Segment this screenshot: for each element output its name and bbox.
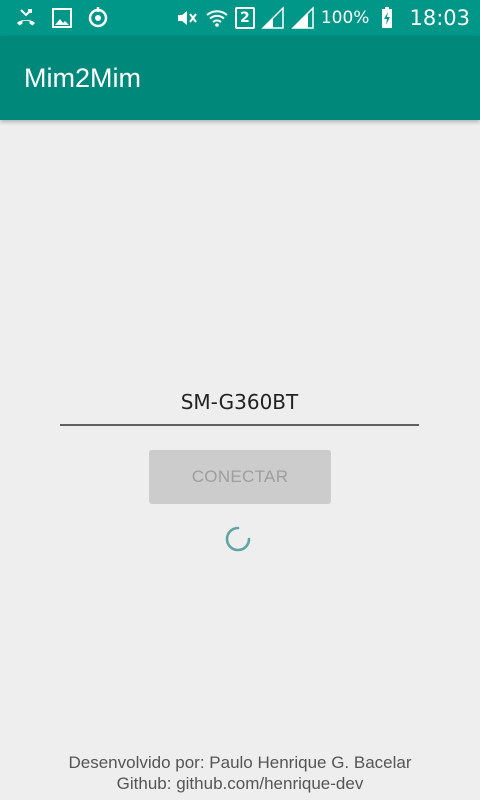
mute-icon bbox=[175, 6, 199, 30]
status-icons-left bbox=[0, 6, 110, 30]
gallery-icon bbox=[50, 6, 74, 30]
app-title: Mim2Mim bbox=[24, 62, 141, 93]
app-bar: Mim2Mim bbox=[0, 36, 480, 120]
battery-percentage: 100% bbox=[320, 8, 370, 28]
missed-call-icon bbox=[14, 6, 38, 30]
loading-spinner-icon bbox=[225, 526, 251, 552]
signal-2-icon bbox=[291, 6, 315, 30]
signal-icon bbox=[261, 6, 285, 30]
developer-credit: Desenvolvido por: Paulo Henrique G. Bace… bbox=[68, 753, 412, 772]
footer: Desenvolvido por: Paulo Henrique G. Bace… bbox=[0, 752, 480, 794]
sim-2-icon: 2 bbox=[234, 7, 255, 29]
github-link: Github: github.com/henrique-dev bbox=[116, 774, 364, 793]
wifi-icon bbox=[205, 6, 229, 30]
battery-charging-icon bbox=[375, 6, 399, 30]
status-bar: 2 100% 18:03 bbox=[0, 0, 480, 36]
status-icons-right: 2 100% 18:03 bbox=[175, 6, 480, 30]
sync-icon bbox=[86, 6, 110, 30]
device-name-input[interactable] bbox=[60, 386, 419, 426]
status-time: 18:03 bbox=[409, 6, 470, 30]
connect-button[interactable]: CONECTAR bbox=[149, 450, 331, 504]
